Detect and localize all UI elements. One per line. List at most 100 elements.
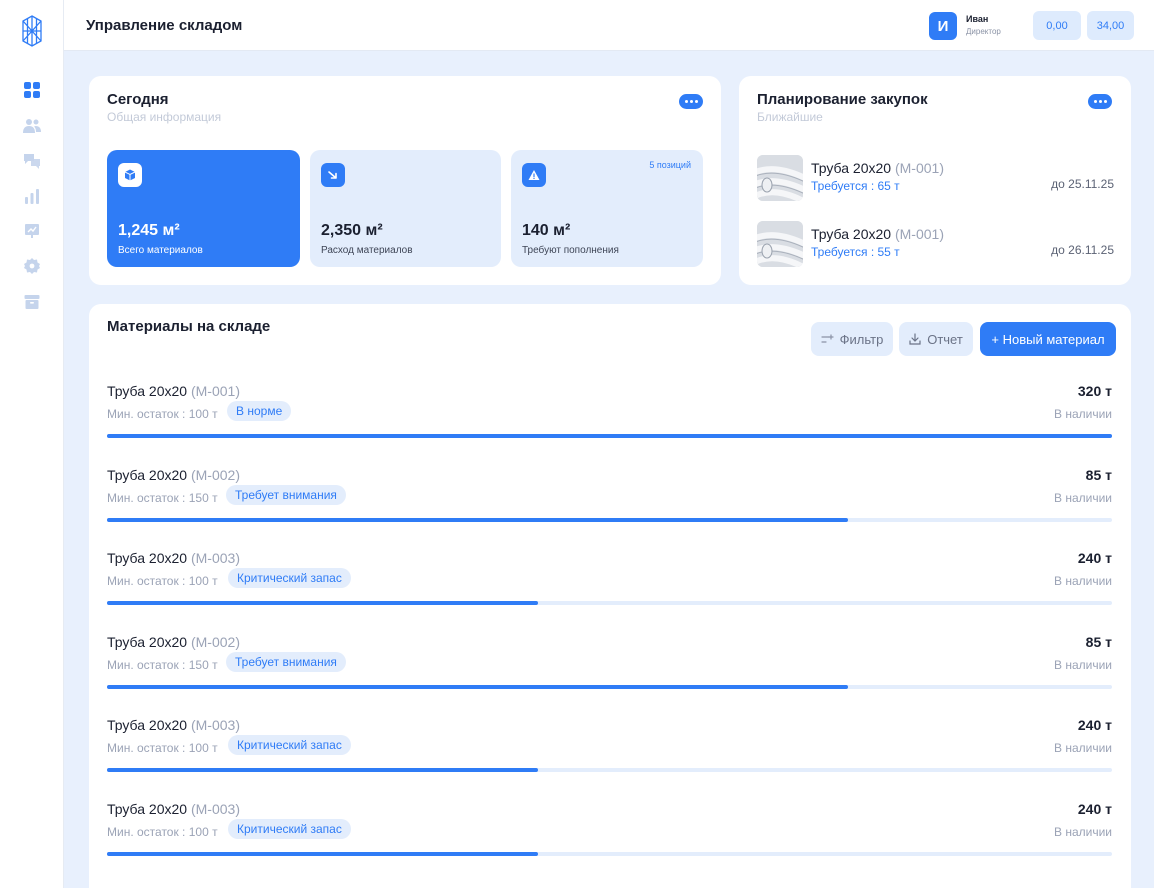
balance-chip-2[interactable]: 34,00	[1087, 11, 1134, 40]
plan-item-date: до 26.11.25	[1051, 243, 1114, 257]
filter-button[interactable]: Фильтр	[811, 322, 893, 356]
today-more-button[interactable]	[679, 94, 703, 109]
stock-progress-bar	[107, 601, 1112, 605]
stat-label: Расход материалов	[321, 245, 413, 256]
planning-card: Планирование закупок Ближайшие Труба 20x…	[739, 76, 1131, 285]
stock-progress-fill	[107, 601, 539, 605]
stock-quantity: 240 т	[1077, 550, 1112, 566]
material-name: Труба 20x20 (М-003)	[107, 717, 240, 733]
plan-item-name: Труба 20x20 (М-001)	[811, 226, 944, 242]
stat-value: 1,245 м²	[118, 222, 180, 239]
presentation-icon[interactable]	[22, 221, 42, 241]
min-stock: Мин. остаток : 150 т	[107, 491, 218, 505]
plan-item-required: Требуется : 55 т	[811, 245, 900, 259]
stock-progress-fill	[107, 852, 539, 856]
stat-label: Требуют пополнения	[522, 245, 619, 256]
material-row[interactable]: Труба 20x20 (М-002) Мин. остаток : 150 т Т…	[107, 634, 1112, 704]
user-role: Директор	[966, 27, 1001, 36]
filter-icon	[821, 333, 834, 343]
availability-label: В наличии	[1053, 407, 1112, 421]
min-stock: Мин. остаток : 100 т	[107, 407, 218, 421]
material-row[interactable]: Труба 20x20 (М-003) Мин. остаток : 100 т К…	[107, 550, 1112, 620]
stock-quantity: 85 т	[1085, 467, 1112, 483]
today-card: Сегодня Общая информация 1,245 м² Всего …	[89, 76, 721, 285]
report-label: Отчет	[927, 331, 963, 347]
plan-item-date: до 25.11.25	[1051, 177, 1114, 191]
availability-label: В наличии	[1053, 825, 1112, 839]
archive-icon[interactable]	[22, 292, 42, 312]
material-row[interactable]: Труба 20x20 (М-002) Мин. остаток : 150 т Т…	[107, 467, 1112, 537]
planning-more-button[interactable]	[1088, 94, 1112, 109]
status-badge: Критический запас	[228, 819, 351, 839]
today-title: Сегодня	[107, 91, 169, 108]
plan-item-name: Труба 20x20 (М-001)	[811, 160, 944, 176]
material-name: Труба 20x20 (М-002)	[107, 467, 240, 483]
status-badge: Критический запас	[228, 735, 351, 755]
page-title: Управление складом	[86, 17, 243, 34]
stock-progress-fill	[107, 768, 539, 772]
plan-item[interactable]: Труба 20x20 (М-001) Требуется : 65 т до …	[757, 155, 1114, 201]
material-name: Труба 20x20 (М-003)	[107, 550, 240, 566]
stat-value: 140 м²	[522, 222, 571, 239]
material-name: Труба 20x20 (М-002)	[107, 634, 240, 650]
new-material-button[interactable]: + Новый материал	[980, 322, 1116, 356]
stat-total-materials[interactable]: 1,245 м² Всего материалов	[107, 150, 300, 267]
status-badge: Требует внимания	[226, 652, 346, 672]
user-name: Иван	[966, 14, 989, 24]
avatar[interactable]: И	[929, 12, 957, 40]
logo-icon[interactable]	[21, 14, 43, 48]
materials-title: Материалы на складе	[107, 318, 271, 335]
stat-value: 2,350 м²	[321, 222, 383, 239]
users-icon[interactable]	[22, 116, 42, 136]
pipe-image	[757, 155, 803, 201]
stock-progress-bar	[107, 434, 1112, 438]
stock-progress-fill	[107, 685, 848, 689]
planning-subtitle: Ближайшие	[757, 110, 823, 124]
stock-progress-fill	[107, 518, 848, 522]
warning-icon	[522, 163, 546, 187]
box-icon	[118, 163, 142, 187]
plan-item[interactable]: Труба 20x20 (М-001) Требуется : 55 т до …	[757, 221, 1114, 267]
status-badge: Критический запас	[228, 568, 351, 588]
pipe-image	[757, 221, 803, 267]
stock-progress-bar	[107, 768, 1112, 772]
bar-chart-icon[interactable]	[22, 186, 42, 206]
dashboard-icon[interactable]	[22, 80, 42, 100]
material-name: Труба 20x20 (М-003)	[107, 801, 240, 817]
status-badge: Требует внимания	[226, 485, 346, 505]
settings-icon[interactable]	[22, 256, 42, 276]
report-button[interactable]: Отчет	[899, 322, 973, 356]
material-name: Труба 20x20 (М-001)	[107, 383, 240, 399]
trend-down-icon	[321, 163, 345, 187]
min-stock: Мин. остаток : 100 т	[107, 825, 218, 839]
stock-quantity: 240 т	[1077, 717, 1112, 733]
materials-card: Материалы на складе Фильтр Отчет + Новый…	[89, 304, 1131, 888]
availability-label: В наличии	[1053, 574, 1112, 588]
stock-progress-bar	[107, 852, 1112, 856]
material-row[interactable]: Труба 20x20 (М-003) Мин. остаток : 100 т К…	[107, 717, 1112, 787]
today-subtitle: Общая информация	[107, 110, 222, 124]
plan-item-required: Требуется : 65 т	[811, 179, 900, 193]
status-badge: В норме	[227, 401, 292, 421]
download-icon	[909, 333, 921, 345]
min-stock: Мин. остаток : 150 т	[107, 658, 218, 672]
availability-label: В наличии	[1053, 741, 1112, 755]
min-stock: Мин. остаток : 100 т	[107, 574, 218, 588]
positions-badge: 5 позиций	[649, 160, 691, 170]
stock-quantity: 85 т	[1085, 634, 1112, 650]
top-header: Управление складом И Иван Директор 0,00 …	[64, 0, 1154, 51]
material-row[interactable]: Труба 20x20 (М-001) Мин. остаток : 100 т В…	[107, 383, 1112, 453]
stock-quantity: 240 т	[1077, 801, 1112, 817]
sidebar	[0, 0, 64, 888]
balance-chip-1[interactable]: 0,00	[1033, 11, 1081, 40]
stock-progress-bar	[107, 685, 1112, 689]
stat-consumption[interactable]: 2,350 м² Расход материалов	[310, 150, 501, 267]
availability-label: В наличии	[1053, 658, 1112, 672]
stat-label: Всего материалов	[118, 245, 203, 256]
material-row[interactable]: Труба 20x20 (М-003) Мин. остаток : 100 т К…	[107, 801, 1112, 871]
stock-progress-bar	[107, 518, 1112, 522]
filter-label: Фильтр	[839, 331, 884, 347]
chat-icon[interactable]	[22, 151, 42, 171]
stat-need-restock[interactable]: 5 позиций 140 м² Требуют пополнения	[511, 150, 703, 267]
planning-title: Планирование закупок	[757, 91, 928, 108]
